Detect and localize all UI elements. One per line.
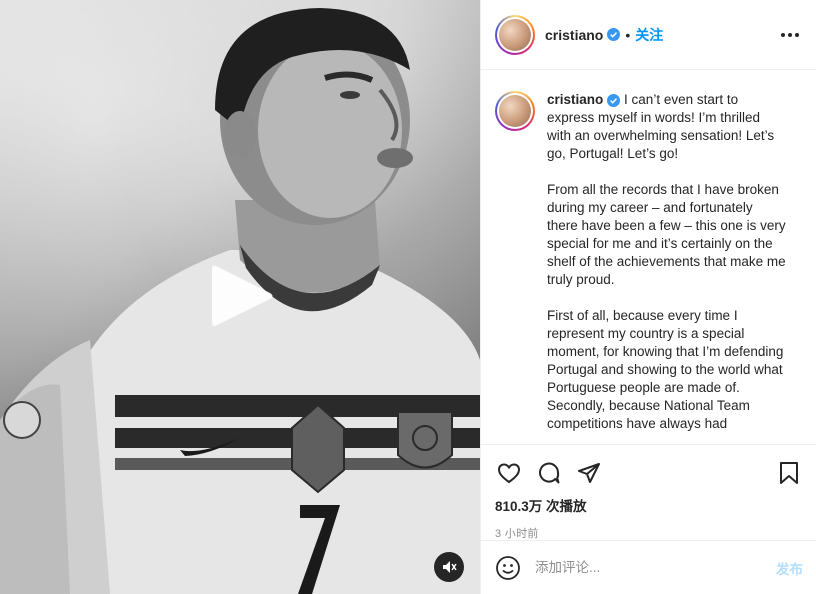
post-side-panel: cristiano • 关注 cristiano I can’t even st… xyxy=(480,0,816,594)
post-timestamp[interactable]: 3 小时前 xyxy=(495,525,803,541)
caption-paragraph-3: First of all, because every time I repre… xyxy=(547,308,784,431)
post-actions: 810.3万 次播放 3 小时前 xyxy=(481,444,816,541)
comment-input[interactable] xyxy=(535,560,776,575)
bookmark-icon[interactable] xyxy=(775,459,803,487)
play-icon[interactable] xyxy=(206,260,276,332)
caption-paragraph-2: From all the records that I have broken … xyxy=(547,182,786,287)
heart-icon[interactable] xyxy=(495,459,523,487)
more-horizontal-icon[interactable] xyxy=(778,23,802,47)
comment-icon[interactable] xyxy=(535,459,563,487)
caption-avatar[interactable] xyxy=(495,91,535,131)
header-separator: • xyxy=(625,26,631,43)
avatar[interactable] xyxy=(495,14,535,55)
username-link[interactable]: cristiano xyxy=(545,27,621,43)
caption-username[interactable]: cristiano xyxy=(547,92,603,107)
caption-text: cristiano I can’t even start to express … xyxy=(547,91,787,444)
share-icon[interactable] xyxy=(575,459,603,487)
caption: cristiano I can’t even start to express … xyxy=(495,91,803,444)
verified-icon xyxy=(607,28,621,41)
post-comment-button[interactable]: 发布 xyxy=(776,558,803,578)
emoji-icon[interactable] xyxy=(495,555,521,581)
comment-form: 发布 xyxy=(481,540,816,594)
follow-button[interactable]: 关注 xyxy=(635,25,663,45)
post-video[interactable] xyxy=(0,0,480,594)
post-header: cristiano • 关注 xyxy=(481,0,816,70)
mute-icon[interactable] xyxy=(434,552,464,582)
username[interactable]: cristiano xyxy=(545,27,603,43)
view-count[interactable]: 810.3万 次播放 xyxy=(495,495,803,515)
caption-scroll-area[interactable]: cristiano I can’t even start to express … xyxy=(481,71,816,444)
verified-icon xyxy=(607,93,621,107)
